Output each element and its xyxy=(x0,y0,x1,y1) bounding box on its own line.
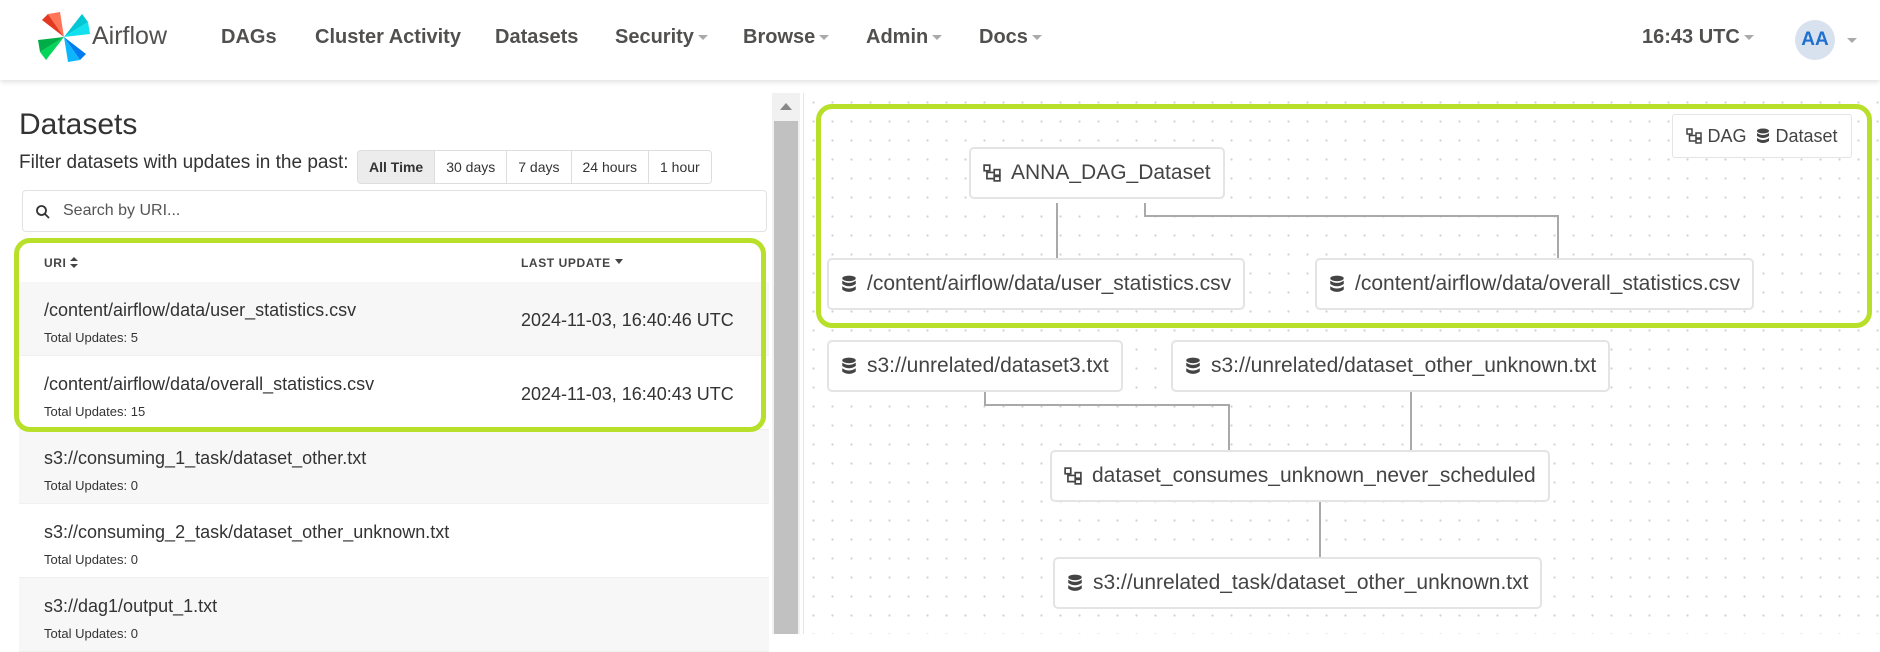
chevron-down-icon[interactable] xyxy=(1847,38,1857,43)
graph-node-label: dataset_consumes_unknown_never_scheduled xyxy=(1092,464,1536,487)
nav-dags-label: DAGs xyxy=(221,26,277,48)
graph-node-task-other-unknown[interactable]: s3://unrelated_task/dataset_other_unknow… xyxy=(1053,557,1543,609)
chevron-down-icon xyxy=(819,35,830,41)
graph-node-anna-dag[interactable]: ANNA_DAG_Dataset xyxy=(969,147,1225,199)
graph-node-label: s3://unrelated/dataset3.txt xyxy=(867,354,1109,377)
graph-node-overall-stats[interactable]: /content/airflow/data/overall_statistics… xyxy=(1315,258,1755,310)
graph-legend: DAG Dataset xyxy=(1672,114,1852,158)
clock-label: 16:43 UTC xyxy=(1642,26,1740,48)
nav-cluster-activity-label: Cluster Activity xyxy=(315,26,461,48)
graph-node-dataset3[interactable]: s3://unrelated/dataset3.txt xyxy=(827,340,1123,392)
graph-node-label: /content/airflow/data/user_statistics.cs… xyxy=(867,272,1232,295)
legend-dag: DAG xyxy=(1686,126,1746,147)
legend-dataset: Dataset xyxy=(1756,125,1838,147)
user-avatar[interactable]: AA xyxy=(1795,20,1835,60)
edge-anna-to-overall-stats xyxy=(1144,203,1559,258)
nav-docs-label: Docs xyxy=(979,26,1028,48)
nav-browse-label: Browse xyxy=(743,26,816,48)
edge-dataset3-to-consumes xyxy=(984,390,1230,450)
graph-node-label: /content/airflow/data/overall_statistics… xyxy=(1355,272,1741,295)
legend-dataset-label: Dataset xyxy=(1775,125,1838,146)
database-icon xyxy=(1186,357,1200,374)
chevron-down-icon xyxy=(697,35,708,41)
graph-node-label: ANNA_DAG_Dataset xyxy=(1011,161,1211,184)
nav-cluster-activity[interactable]: Cluster Activity xyxy=(315,26,461,49)
graph-node-other-unknown[interactable]: s3://unrelated/dataset_other_unknown.txt xyxy=(1171,340,1611,392)
database-icon xyxy=(1068,574,1082,591)
nav-datasets-label: Datasets xyxy=(495,26,579,48)
dag-icon xyxy=(1686,128,1703,144)
database-icon xyxy=(842,275,856,292)
database-icon xyxy=(1330,275,1344,292)
nav-admin[interactable]: Admin xyxy=(866,26,943,49)
chevron-down-icon xyxy=(1743,35,1754,41)
graph-edges xyxy=(984,203,1559,557)
timezone-clock[interactable]: 16:43 UTC xyxy=(1642,26,1754,49)
airflow-logo-icon[interactable] xyxy=(38,12,90,62)
nav-admin-label: Admin xyxy=(866,26,929,48)
graph-node-user-stats[interactable]: /content/airflow/data/user_statistics.cs… xyxy=(827,258,1246,310)
chevron-down-icon xyxy=(1031,35,1042,41)
database-icon xyxy=(842,357,856,374)
graph-node-consumes-dag[interactable]: dataset_consumes_unknown_never_scheduled xyxy=(1050,450,1550,502)
nav-dags[interactable]: DAGs xyxy=(221,26,277,49)
navbar: Airflow DAGs Cluster Activity Datasets S… xyxy=(0,0,1880,80)
nav-security-label: Security xyxy=(615,26,694,48)
chevron-down-icon xyxy=(932,35,943,41)
nav-browse[interactable]: Browse xyxy=(743,26,830,49)
dag-icon xyxy=(983,164,1001,182)
nav-docs[interactable]: Docs xyxy=(979,26,1042,49)
nav-datasets[interactable]: Datasets xyxy=(495,26,578,49)
graph-node-label: s3://unrelated/dataset_other_unknown.txt xyxy=(1211,354,1597,377)
brand-name[interactable]: Airflow xyxy=(92,22,167,51)
dag-icon xyxy=(1064,467,1082,485)
graph-node-label: s3://unrelated_task/dataset_other_unknow… xyxy=(1093,571,1529,594)
database-icon xyxy=(1757,128,1770,143)
legend-dag-label: DAG xyxy=(1707,125,1747,146)
nav-security[interactable]: Security xyxy=(615,26,708,49)
